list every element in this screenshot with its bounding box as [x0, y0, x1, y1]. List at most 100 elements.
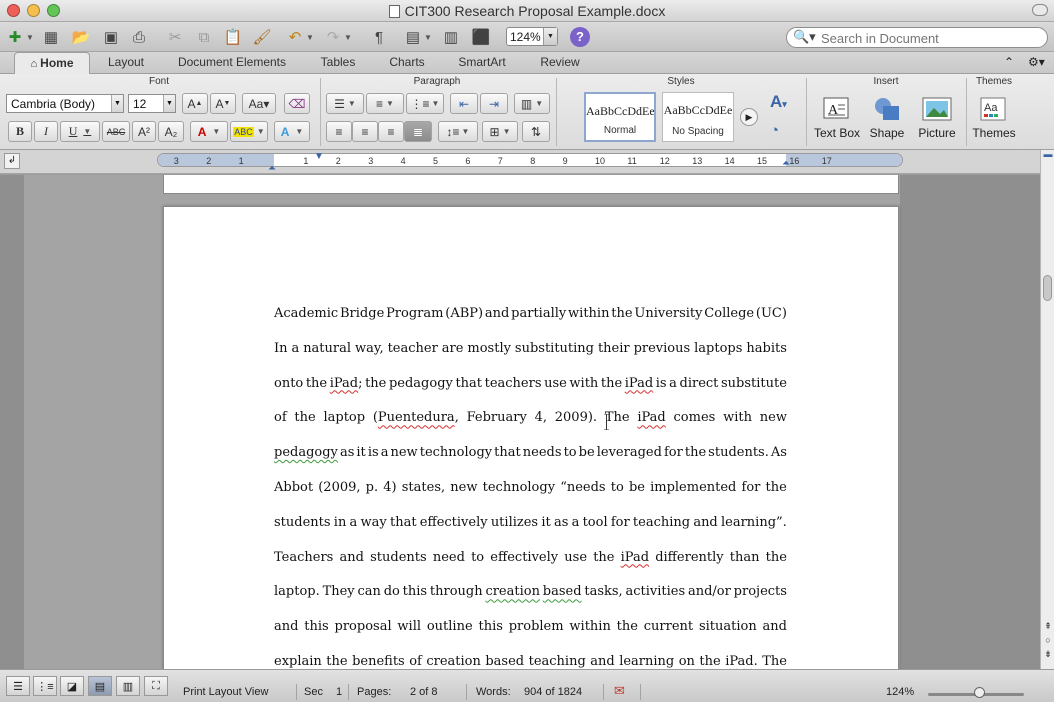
borders-button[interactable]: ⊞ ▼	[482, 121, 518, 142]
align-left-button[interactable]: ≡	[326, 121, 352, 142]
new-document-icon[interactable]: ✚	[4, 26, 26, 48]
style-normal[interactable]: AaBbCcDdEe Normal	[584, 92, 656, 142]
template-gallery-icon[interactable]: ▦	[40, 26, 62, 48]
document-line[interactable]: onto the iPad; the pedagogy that teachers use wi…	[274, 367, 787, 402]
spelling-status-icon[interactable]: ✉	[614, 683, 625, 699]
help-icon[interactable]: ?	[570, 27, 590, 47]
text-effects-button[interactable]: A ▼	[274, 121, 310, 142]
subscript-button[interactable]: A₂	[158, 121, 184, 142]
styles-pane-icon[interactable]: ◔	[770, 122, 779, 139]
font-color-button[interactable]: A ▼	[190, 121, 228, 142]
left-indent-marker[interactable]: ⏶	[268, 163, 276, 174]
document-body[interactable]: Academic Bridge Program (ABP) and partially wi…	[274, 297, 787, 680]
outline-view-button[interactable]: ⋮≡	[33, 676, 57, 696]
draft-view-button[interactable]: ☰	[6, 676, 30, 696]
new-menu-arrow[interactable]: ▼	[24, 26, 36, 48]
strikethrough-button[interactable]: ABC	[102, 121, 130, 142]
zoom-select[interactable]: 124% ▼	[506, 27, 558, 46]
publishing-view-button[interactable]: ◪	[60, 676, 84, 696]
align-right-button[interactable]: ≡	[378, 121, 404, 142]
increase-indent-button[interactable]: ⇥	[480, 93, 508, 114]
toolbox-icon[interactable]: ⬛	[470, 26, 492, 48]
sort-button[interactable]: ⇅	[522, 121, 550, 142]
redo-menu-arrow[interactable]: ▼	[342, 26, 354, 48]
collapse-ribbon-icon[interactable]: ⌃	[1004, 55, 1014, 69]
styles-next-button[interactable]: ▶	[740, 108, 758, 126]
notebook-view-button[interactable]: ▥	[116, 676, 140, 696]
undo-icon[interactable]: ↶	[284, 26, 306, 48]
pilcrow-icon[interactable]: ¶	[368, 26, 390, 48]
document-line[interactable]: Academic Bridge Program (ABP) and partially wi…	[274, 297, 787, 332]
tab-charts[interactable]: Charts	[376, 52, 438, 74]
copy-icon[interactable]: ⧉	[193, 26, 215, 48]
line-spacing-button[interactable]: ↕≡ ▼	[438, 121, 478, 142]
tab-document-elements[interactable]: Document Elements	[164, 52, 300, 74]
focus-view-button[interactable]: ⛶	[144, 676, 168, 696]
paste-icon[interactable]: 📋	[222, 26, 244, 48]
font-size-select[interactable]: 12 ▼	[128, 94, 176, 113]
vertical-scrollbar[interactable]: ⇞ ○ ⇟ ▬	[1040, 148, 1054, 669]
bullets-button[interactable]: ☰ ▼	[326, 93, 364, 114]
document-line[interactable]: In a natural way, teacher are mostly substituti…	[274, 332, 787, 367]
clear-formatting-button[interactable]: ⌫	[284, 93, 310, 114]
change-case-button[interactable]: Aa▾	[242, 93, 276, 114]
italic-button[interactable]: I	[34, 121, 58, 142]
tab-smartart[interactable]: SmartArt	[444, 52, 520, 74]
multilevel-list-button[interactable]: ⋮≡ ▼	[406, 93, 444, 114]
ribbon-settings-icon[interactable]: ⚙▾	[1028, 55, 1045, 69]
columns-button[interactable]: ▥ ▼	[514, 93, 550, 114]
pages-value[interactable]: 2 of 8	[410, 686, 438, 698]
superscript-button[interactable]: A²	[132, 121, 156, 142]
print-icon[interactable]: ⎙	[128, 26, 150, 48]
undo-menu-arrow[interactable]: ▼	[304, 26, 316, 48]
gallery-icon[interactable]: ▥	[440, 26, 462, 48]
next-page-button[interactable]: ⇟	[1042, 648, 1054, 660]
sidebar-menu-arrow[interactable]: ▼	[422, 26, 434, 48]
toolbar-toggle-button[interactable]	[1032, 4, 1048, 16]
zoom-slider-handle[interactable]	[974, 687, 985, 698]
document-line[interactable]: Teachers and students need to effectively use t…	[274, 541, 787, 576]
text-styles-icon[interactable]: A▾	[770, 92, 787, 112]
document-line[interactable]: Abbot (2009, p. 4) states, new technology “need…	[274, 471, 787, 506]
themes-button[interactable]: Aa Themes	[970, 96, 1018, 140]
previous-page-button[interactable]: ⇞	[1042, 620, 1054, 632]
tab-home[interactable]: ⌂ Home	[14, 52, 90, 74]
numbering-button[interactable]: ≡ ▼	[366, 93, 404, 114]
save-icon[interactable]: ▣	[100, 26, 122, 48]
align-center-button[interactable]: ≡	[352, 121, 378, 142]
insert-shape-button[interactable]: Shape	[864, 96, 910, 140]
search-input[interactable]	[821, 30, 1041, 46]
format-painter-icon[interactable]: 🖌	[251, 26, 273, 48]
scroll-thumb[interactable]	[1043, 275, 1052, 301]
document-line[interactable]: students in a way that effectively utilizes it a…	[274, 506, 787, 541]
search-box[interactable]: 🔍▾	[786, 27, 1048, 48]
font-name-select[interactable]: Cambria (Body) ▼	[6, 94, 124, 113]
tab-review[interactable]: Review	[526, 52, 594, 74]
shrink-font-button[interactable]: A ▼	[210, 93, 236, 114]
browse-object-button[interactable]: ○	[1042, 634, 1054, 646]
right-indent-marker[interactable]: ⏶	[782, 158, 790, 169]
tab-stop-selector[interactable]: ↲	[4, 153, 20, 169]
document-line[interactable]: pedagogy as it is a new technology that needs to b…	[274, 436, 787, 471]
underline-button[interactable]: U ▼	[60, 121, 100, 142]
document-line[interactable]: and this proposal will outline this problem wit…	[274, 610, 787, 645]
highlight-button[interactable]: ABC ▼	[230, 121, 268, 142]
word-count-value[interactable]: 904 of 1824	[524, 686, 582, 698]
tab-tables[interactable]: Tables	[306, 52, 370, 74]
insert-text-box-button[interactable]: A Text Box	[812, 96, 862, 140]
insert-picture-button[interactable]: Picture	[912, 96, 962, 140]
grow-font-button[interactable]: A ▲	[182, 93, 208, 114]
justify-button[interactable]: ≣	[404, 121, 432, 142]
style-no-spacing[interactable]: AaBbCcDdEe No Spacing	[662, 92, 734, 142]
document-canvas[interactable]: Academic Bridge Program (ABP) and partially wi…	[0, 175, 1040, 676]
split-view-handle[interactable]: ▬	[1041, 148, 1054, 160]
document-line[interactable]: of the laptop (Puentedura, February 4, 2009). T…	[274, 401, 787, 436]
open-icon[interactable]: 📂	[70, 26, 92, 48]
cut-icon[interactable]: ✂	[164, 26, 186, 48]
sidebar-icon[interactable]: ▤	[402, 26, 424, 48]
redo-icon[interactable]: ↷	[322, 26, 344, 48]
document-line[interactable]: laptop. They can do this through creation based…	[274, 575, 787, 610]
tab-layout[interactable]: Layout	[94, 52, 158, 74]
decrease-indent-button[interactable]: ⇤	[450, 93, 478, 114]
bold-button[interactable]: B	[8, 121, 32, 142]
